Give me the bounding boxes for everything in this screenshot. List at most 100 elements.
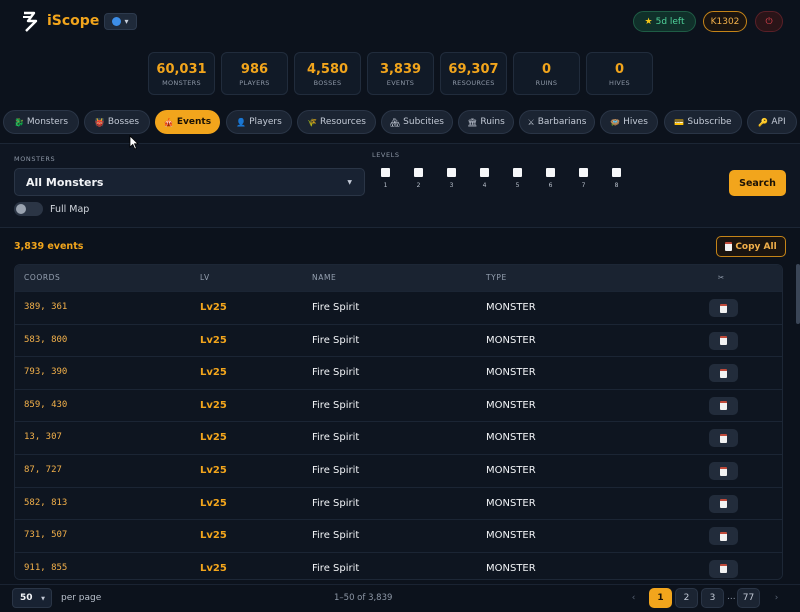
checkbox[interactable] <box>612 168 621 177</box>
stat-players: 986 PLAYERS <box>221 52 288 95</box>
level-cell: Lv25 <box>200 432 227 444</box>
copy-all-button[interactable]: Copy All <box>716 236 786 257</box>
checkbox[interactable] <box>381 168 390 177</box>
level-checkbox-5[interactable]: 5 <box>513 168 523 189</box>
tab-players[interactable]: 👤 Players <box>226 110 292 134</box>
table-row[interactable]: 911, 855 Lv25 Fire Spirit MONSTER <box>15 551 782 579</box>
level-checkbox-6[interactable]: 6 <box>546 168 556 189</box>
table-row[interactable]: 731, 507 Lv25 Fire Spirit MONSTER <box>15 519 782 552</box>
clipboard-icon <box>720 368 727 378</box>
search-button[interactable]: Search <box>729 170 786 196</box>
monster-select[interactable]: All Monsters ▼ <box>14 168 365 196</box>
tab-resources[interactable]: 🌾 Resources <box>297 110 376 134</box>
tab-api[interactable]: 🔑 API <box>747 110 797 134</box>
tab-ruins[interactable]: 🏛 Ruins <box>458 110 514 134</box>
level-checkbox-4[interactable]: 4 <box>480 168 490 189</box>
copy-row-button[interactable] <box>709 299 738 317</box>
level-checkbox-7[interactable]: 7 <box>579 168 589 189</box>
level-cell: Lv25 <box>200 334 227 346</box>
page-button-1[interactable]: 1 <box>649 588 672 608</box>
checkbox[interactable] <box>546 168 555 177</box>
copy-row-button[interactable] <box>709 494 738 513</box>
checkbox[interactable] <box>579 168 588 177</box>
column-header-type[interactable]: TYPE <box>486 273 507 282</box>
coords-cell[interactable]: 731, 507 <box>24 530 67 540</box>
per-page-select[interactable]: 50 ▼ <box>12 588 52 608</box>
table-row[interactable]: 859, 430 Lv25 Fire Spirit MONSTER <box>15 388 782 422</box>
page-button-last[interactable]: 77 <box>737 588 760 608</box>
level-checkbox-3[interactable]: 3 <box>447 168 457 189</box>
checkbox[interactable] <box>513 168 522 177</box>
coords-cell[interactable]: 859, 430 <box>24 400 67 410</box>
tab-monsters[interactable]: 🐉 Monsters <box>3 110 79 134</box>
copy-row-button[interactable] <box>709 527 738 546</box>
level-cell: Lv25 <box>200 497 227 509</box>
brand-name[interactable]: iScope <box>47 13 99 29</box>
table-row[interactable]: 793, 390 Lv25 Fire Spirit MONSTER <box>15 356 782 389</box>
column-header-coords[interactable]: COORDS <box>24 273 60 282</box>
tab-label: Monsters <box>26 117 69 127</box>
coords-cell[interactable]: 13, 307 <box>24 432 62 442</box>
copy-row-button[interactable] <box>709 396 738 415</box>
column-header-lv[interactable]: LV <box>200 273 210 282</box>
stat-hives: 0 HIVES <box>586 52 653 95</box>
level-checkbox-2[interactable]: 2 <box>414 168 424 189</box>
copy-row-button[interactable] <box>709 331 738 350</box>
stat-label: PLAYERS <box>239 79 270 87</box>
logout-button[interactable]: ⏻ <box>755 11 783 32</box>
table-row[interactable]: 389, 361 Lv25 Fire Spirit MONSTER <box>15 291 782 324</box>
tab-barbarians[interactable]: ⚔ Barbarians <box>519 110 595 134</box>
table-row[interactable]: 582, 813 Lv25 Fire Spirit MONSTER <box>15 486 782 520</box>
coords-cell[interactable]: 389, 361 <box>24 302 67 312</box>
copy-row-button[interactable] <box>709 429 738 448</box>
level-number: 1 <box>383 182 388 189</box>
coords-cell[interactable]: 583, 800 <box>24 335 67 345</box>
clipboard-icon <box>720 303 727 313</box>
page-button-2[interactable]: 2 <box>675 588 698 608</box>
tab-label: API <box>771 117 786 127</box>
page-scrollbar[interactable] <box>796 264 800 324</box>
trial-text: 5d left <box>655 16 685 27</box>
coords-cell[interactable]: 911, 855 <box>24 563 67 573</box>
copy-row-button[interactable] <box>709 559 738 578</box>
globe-icon <box>112 17 122 26</box>
copy-row-button[interactable] <box>709 462 738 480</box>
checkbox[interactable] <box>414 168 423 177</box>
tab-label: Bosses <box>107 117 140 127</box>
coords-cell[interactable]: 87, 727 <box>24 465 62 475</box>
coords-cell[interactable]: 582, 813 <box>24 498 67 508</box>
language-button[interactable]: ▾ <box>104 13 137 30</box>
level-checkbox-8[interactable]: 8 <box>612 168 622 189</box>
next-page-button[interactable]: › <box>765 588 788 608</box>
ruins-icon: 🏛 <box>467 117 478 127</box>
coords-cell[interactable]: 793, 390 <box>24 367 67 377</box>
table-row[interactable]: 13, 307 Lv25 Fire Spirit MONSTER <box>15 421 782 454</box>
copy-row-button[interactable] <box>709 364 738 383</box>
level-checkbox-1[interactable]: 1 <box>381 168 391 189</box>
page-button-3[interactable]: 3 <box>701 588 724 608</box>
stat-ruins: 0 RUINS <box>513 52 580 95</box>
kingdom-button[interactable]: K1302 <box>703 11 747 32</box>
tab-events[interactable]: 🎪 Events <box>155 110 220 134</box>
table-row[interactable]: 583, 800 Lv25 Fire Spirit MONSTER <box>15 323 782 357</box>
tab-bosses[interactable]: 👹 Bosses <box>84 110 150 134</box>
stat-label: BOSSES <box>313 79 342 87</box>
level-cell: Lv25 <box>200 562 227 574</box>
tab-label: Events <box>176 117 212 127</box>
checkbox[interactable] <box>480 168 489 177</box>
prev-page-button[interactable]: ‹ <box>622 588 645 608</box>
mouse-cursor-icon <box>129 135 139 150</box>
results-count: 3,839 events <box>14 241 84 252</box>
trial-badge[interactable]: ★ 5d left <box>633 11 696 32</box>
table-row[interactable]: 87, 727 Lv25 Fire Spirit MONSTER <box>15 454 782 487</box>
tab-subcities[interactable]: 🏘 Subcities <box>381 110 453 134</box>
full-map-toggle[interactable] <box>14 202 43 216</box>
tab-hives[interactable]: 🪺 Hives <box>600 110 658 134</box>
stat-label: EVENTS <box>386 79 415 87</box>
star-icon: ★ <box>644 16 653 27</box>
checkbox[interactable] <box>447 168 456 177</box>
tab-label: Hives <box>623 117 648 127</box>
column-header-name[interactable]: NAME <box>312 273 336 282</box>
type-cell: MONSTER <box>486 497 536 509</box>
tab-subscribe[interactable]: 💳 Subscribe <box>664 110 742 134</box>
